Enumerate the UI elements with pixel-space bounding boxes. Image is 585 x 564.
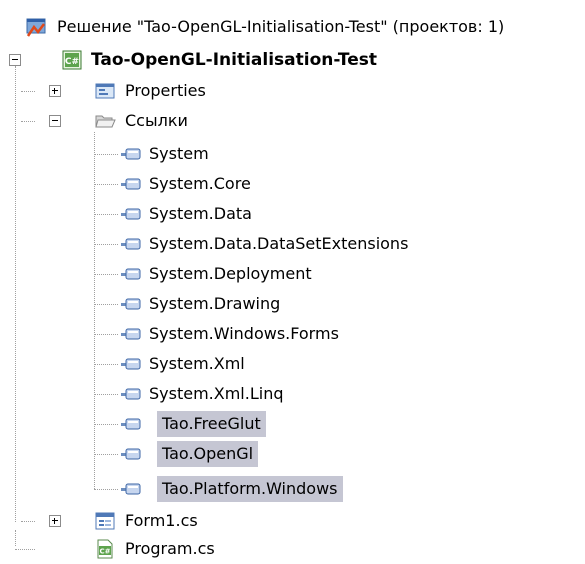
svg-text:C#: C# <box>65 57 79 67</box>
properties-icon <box>94 80 116 102</box>
references-label: Ссылки <box>125 111 188 130</box>
expand-toggle-icon[interactable] <box>49 515 61 527</box>
reference-label: System.Xml <box>149 354 245 373</box>
solution-label: Решение "Tao-OpenGL-Initialisation-Test"… <box>57 17 505 36</box>
collapse-toggle-icon[interactable] <box>49 115 61 127</box>
collapse-toggle-icon[interactable] <box>9 54 21 66</box>
tree-node-solution[interactable]: Решение "Tao-OpenGL-Initialisation-Test"… <box>0 12 585 42</box>
reference-item[interactable]: System <box>0 139 585 169</box>
reference-item[interactable]: System.Drawing <box>0 289 585 319</box>
tree-node-project[interactable]: C# Tao-OpenGL-Initialisation-Test <box>0 45 585 75</box>
reference-icon <box>120 263 142 285</box>
expand-toggle-icon[interactable] <box>49 85 61 97</box>
reference-item[interactable]: System.Windows.Forms <box>0 319 585 349</box>
tree-node-program[interactable]: C# Program.cs <box>0 534 585 564</box>
form-icon <box>94 510 116 532</box>
reference-icon <box>120 233 142 255</box>
reference-label: System.Windows.Forms <box>149 324 339 343</box>
reference-icon <box>120 143 142 165</box>
reference-item[interactable]: Tao.FreeGlut <box>0 409 585 439</box>
reference-label: System.Drawing <box>149 294 281 313</box>
program-label: Program.cs <box>125 539 215 558</box>
svg-text:C#: C# <box>99 548 110 556</box>
solution-explorer-tree: Решение "Tao-OpenGL-Initialisation-Test"… <box>0 0 585 559</box>
reference-icon <box>120 353 142 375</box>
reference-icon <box>120 383 142 405</box>
reference-label: Tao.OpenGl <box>157 441 259 467</box>
tree-node-references[interactable]: Ссылки <box>0 106 585 136</box>
reference-item[interactable]: System.Core <box>0 169 585 199</box>
reference-icon <box>120 293 142 315</box>
reference-label: System <box>149 144 209 163</box>
reference-label: System.Deployment <box>149 264 312 283</box>
csharp-project-icon: C# <box>61 49 83 71</box>
properties-label: Properties <box>125 81 206 100</box>
reference-label: System.Data.DataSetExtensions <box>149 234 409 253</box>
folder-open-icon <box>94 110 116 132</box>
reference-item[interactable]: System.Xml.Linq <box>0 379 585 409</box>
reference-icon <box>120 173 142 195</box>
reference-icon <box>120 323 142 345</box>
reference-icon <box>120 203 142 225</box>
reference-icon <box>120 478 142 500</box>
reference-item[interactable]: System.Data <box>0 199 585 229</box>
reference-label: System.Xml.Linq <box>149 384 284 403</box>
tree-node-form1[interactable]: Form1.cs <box>0 506 585 536</box>
tree-node-properties[interactable]: Properties <box>0 76 585 106</box>
solution-icon <box>25 16 47 38</box>
csharp-file-icon: C# <box>94 538 116 560</box>
reference-icon <box>120 443 142 465</box>
reference-item[interactable]: System.Xml <box>0 349 585 379</box>
reference-label: Tao.Platform.Windows <box>157 476 343 502</box>
reference-item[interactable]: Tao.OpenGl <box>0 439 585 469</box>
reference-item[interactable]: System.Deployment <box>0 259 585 289</box>
form1-label: Form1.cs <box>125 511 198 530</box>
reference-item[interactable]: Tao.Platform.Windows <box>0 474 585 504</box>
reference-label: System.Data <box>149 204 252 223</box>
reference-icon <box>120 413 142 435</box>
reference-item[interactable]: System.Data.DataSetExtensions <box>0 229 585 259</box>
reference-label: Tao.FreeGlut <box>157 411 266 437</box>
reference-label: System.Core <box>149 174 251 193</box>
project-label: Tao-OpenGL-Initialisation-Test <box>91 50 378 70</box>
